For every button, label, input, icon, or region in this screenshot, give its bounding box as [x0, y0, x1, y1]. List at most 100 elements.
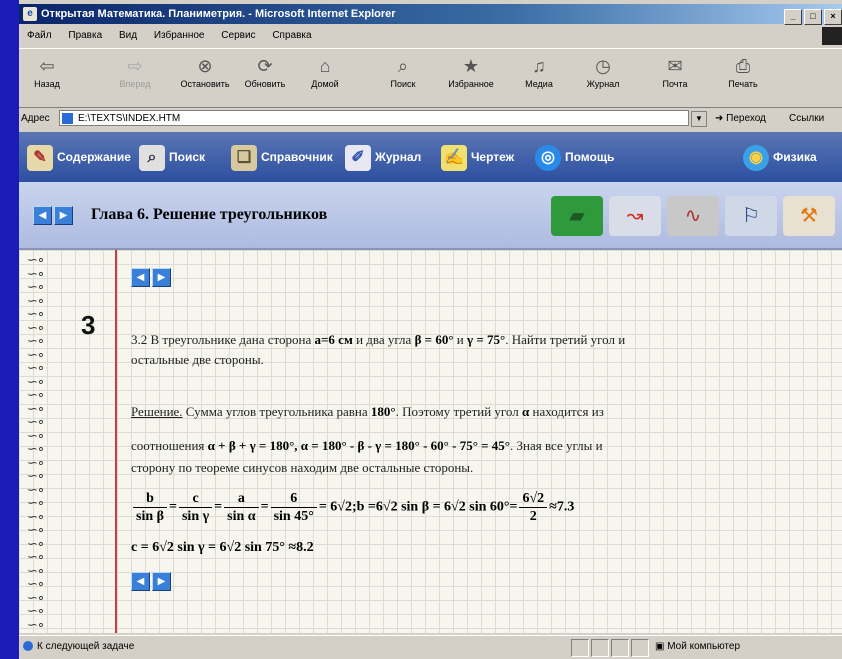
mail-label: Почта	[662, 79, 688, 89]
nav-journal[interactable]: ✐ Журнал	[345, 142, 421, 172]
nav-physics[interactable]: ◉ Физика	[743, 142, 817, 172]
menu-view[interactable]: Вид	[119, 30, 137, 41]
reference-book-icon: ❑	[231, 144, 257, 171]
media-button[interactable]: ♫ Медиа	[511, 55, 567, 89]
mail-button[interactable]: ✉ Почта	[647, 55, 703, 89]
next-problem-button[interactable]: ▶	[152, 268, 171, 287]
prev-problem-button[interactable]: ◀	[131, 572, 150, 591]
prev-chapter-button[interactable]: ◀	[33, 206, 52, 225]
statement-line-2: остальные две стороны.	[131, 352, 264, 367]
zone-label: Мой компьютер	[667, 641, 741, 652]
browser-window: e Открытая Математика. Планиметрия. - Mic…	[19, 0, 842, 659]
spiral-ring: ∽∘	[27, 603, 45, 618]
forward-button[interactable]: ⇨ Вперед	[107, 55, 163, 89]
menu-help[interactable]: Справка	[272, 30, 311, 41]
given-side: a=6 см	[314, 332, 353, 347]
statement-text: . Найти третий угол и	[505, 332, 626, 347]
refresh-button[interactable]: ⟳ Обновить	[237, 55, 293, 89]
spiral-ring: ∽∘	[27, 495, 45, 510]
go-button[interactable]: ➜ Переход	[715, 108, 766, 130]
mail-icon: ✉	[667, 56, 683, 76]
numerator: b	[133, 490, 167, 508]
spiral-ring: ∽∘	[27, 441, 45, 456]
maximize-button[interactable]: □	[804, 9, 822, 25]
nav-reference[interactable]: ❑ Справочник	[231, 142, 333, 172]
next-chapter-button[interactable]: ▶	[54, 206, 73, 225]
minimize-button[interactable]: _	[784, 9, 802, 25]
nav-search[interactable]: ⌕ Поиск	[139, 142, 205, 172]
status-cell	[611, 639, 629, 657]
nav-drawing[interactable]: ✍ Чертеж	[441, 142, 514, 172]
media-label: Медиа	[525, 79, 553, 89]
spiral-ring: ∽∘	[27, 522, 45, 537]
solution-text: . Поэтому третий угол	[395, 404, 522, 419]
menu-file[interactable]: Файл	[27, 30, 52, 41]
spiral-ring: ∽∘	[27, 562, 45, 578]
arrow-right-icon: ▶	[59, 210, 68, 221]
address-value: E:\TEXTS\INDEX.HTM	[78, 113, 181, 124]
back-label: Назад	[34, 79, 60, 89]
denominator: sin α	[227, 509, 256, 524]
status-cell	[591, 639, 609, 657]
security-zone: ▣ Мой компьютер	[655, 636, 740, 658]
spiral-ring: ∽∘	[27, 576, 45, 591]
chevron-down-icon: ▼	[695, 114, 703, 123]
computer-icon: ▣	[655, 641, 668, 652]
nav-contents[interactable]: ✎ Содержание	[27, 142, 131, 172]
sine-law-formula: b sin β = c sin γ = a sin α = 6 sin 45° = 6√2;b =6√…	[131, 490, 574, 525]
favorites-button[interactable]: ★ Избранное	[443, 55, 499, 89]
arrow-left-icon: ◀	[136, 272, 145, 283]
address-input[interactable]: E:\TEXTS\INDEX.HTM	[59, 110, 689, 126]
prev-problem-button[interactable]: ◀	[131, 268, 150, 287]
refresh-icon: ⟳	[257, 56, 273, 76]
history-label: Журнал	[586, 79, 620, 89]
statement-line-1: 3.2 В треугольнике дана сторона a=6 см и…	[131, 330, 625, 350]
nav-help[interactable]: ◎ Помощь	[535, 142, 614, 172]
go-arrow-icon: ➜	[715, 113, 727, 124]
search-book-icon: ⌕	[139, 144, 165, 171]
nav-physics-label: Физика	[773, 150, 817, 164]
window-title: Открытая Математика. Планиметрия. - Micr…	[41, 8, 396, 20]
spiral-ring: ∽∘	[27, 508, 45, 524]
forward-label: Вперед	[119, 79, 151, 89]
book-icon: ✎	[27, 144, 53, 171]
nav-journal-label: Журнал	[375, 150, 422, 164]
arrow-left-icon: ◀	[38, 210, 47, 221]
close-button[interactable]: ×	[824, 9, 842, 25]
home-button[interactable]: ⌂ Домой	[297, 55, 353, 89]
solution-text: . Зная все углы и	[510, 438, 603, 453]
spiral-ring: ∽∘	[27, 589, 45, 605]
print-button[interactable]: ⎙ Печать	[715, 55, 771, 89]
red-arrows-icon[interactable]: ↝	[609, 196, 661, 236]
favorites-icon: ★	[462, 56, 480, 76]
worm-icon[interactable]: ∿	[667, 196, 719, 236]
problem-nav-arrows-top: ◀ ▶	[131, 268, 171, 287]
media-icon: ♫	[532, 56, 546, 76]
favorites-label: Избранное	[448, 79, 494, 89]
search-button[interactable]: ⌕ Поиск	[375, 55, 431, 89]
stop-button[interactable]: ⊗ Остановить	[177, 55, 233, 89]
next-problem-button[interactable]: ▶	[152, 572, 171, 591]
solution-line-2: соотношения α + β + γ = 180°, α = 180° -…	[131, 436, 603, 456]
spiral-ring: ∽∘	[27, 279, 45, 294]
footprints-icon[interactable]: ⚐	[725, 196, 777, 236]
chapter-nav-arrows: ◀ ▶	[33, 206, 73, 225]
menu-favorites[interactable]: Избранное	[154, 30, 205, 41]
back-button[interactable]: ⇦ Назад	[19, 55, 75, 89]
search-icon: ⌕	[397, 56, 409, 76]
spiral-ring: ∽∘	[27, 265, 45, 281]
orange-tool-icon[interactable]: ⚒	[783, 196, 835, 236]
spiral-ring: ∽∘	[27, 387, 45, 402]
menu-tools[interactable]: Сервис	[221, 30, 255, 41]
history-button[interactable]: ◷ Журнал	[575, 55, 631, 89]
globe-icon: ◉	[743, 144, 769, 171]
green-book-icon[interactable]: ▰	[551, 196, 603, 236]
forward-arrow-icon: ⇨	[127, 56, 143, 76]
nav-help-label: Помощь	[565, 150, 615, 164]
links-button[interactable]: Ссылки	[789, 108, 824, 130]
menu-edit[interactable]: Правка	[68, 30, 102, 41]
spiral-ring: ∽∘	[27, 454, 45, 470]
solution-label: Решение.	[131, 404, 183, 419]
page-icon	[62, 113, 73, 124]
address-dropdown-button[interactable]: ▼	[691, 111, 707, 127]
